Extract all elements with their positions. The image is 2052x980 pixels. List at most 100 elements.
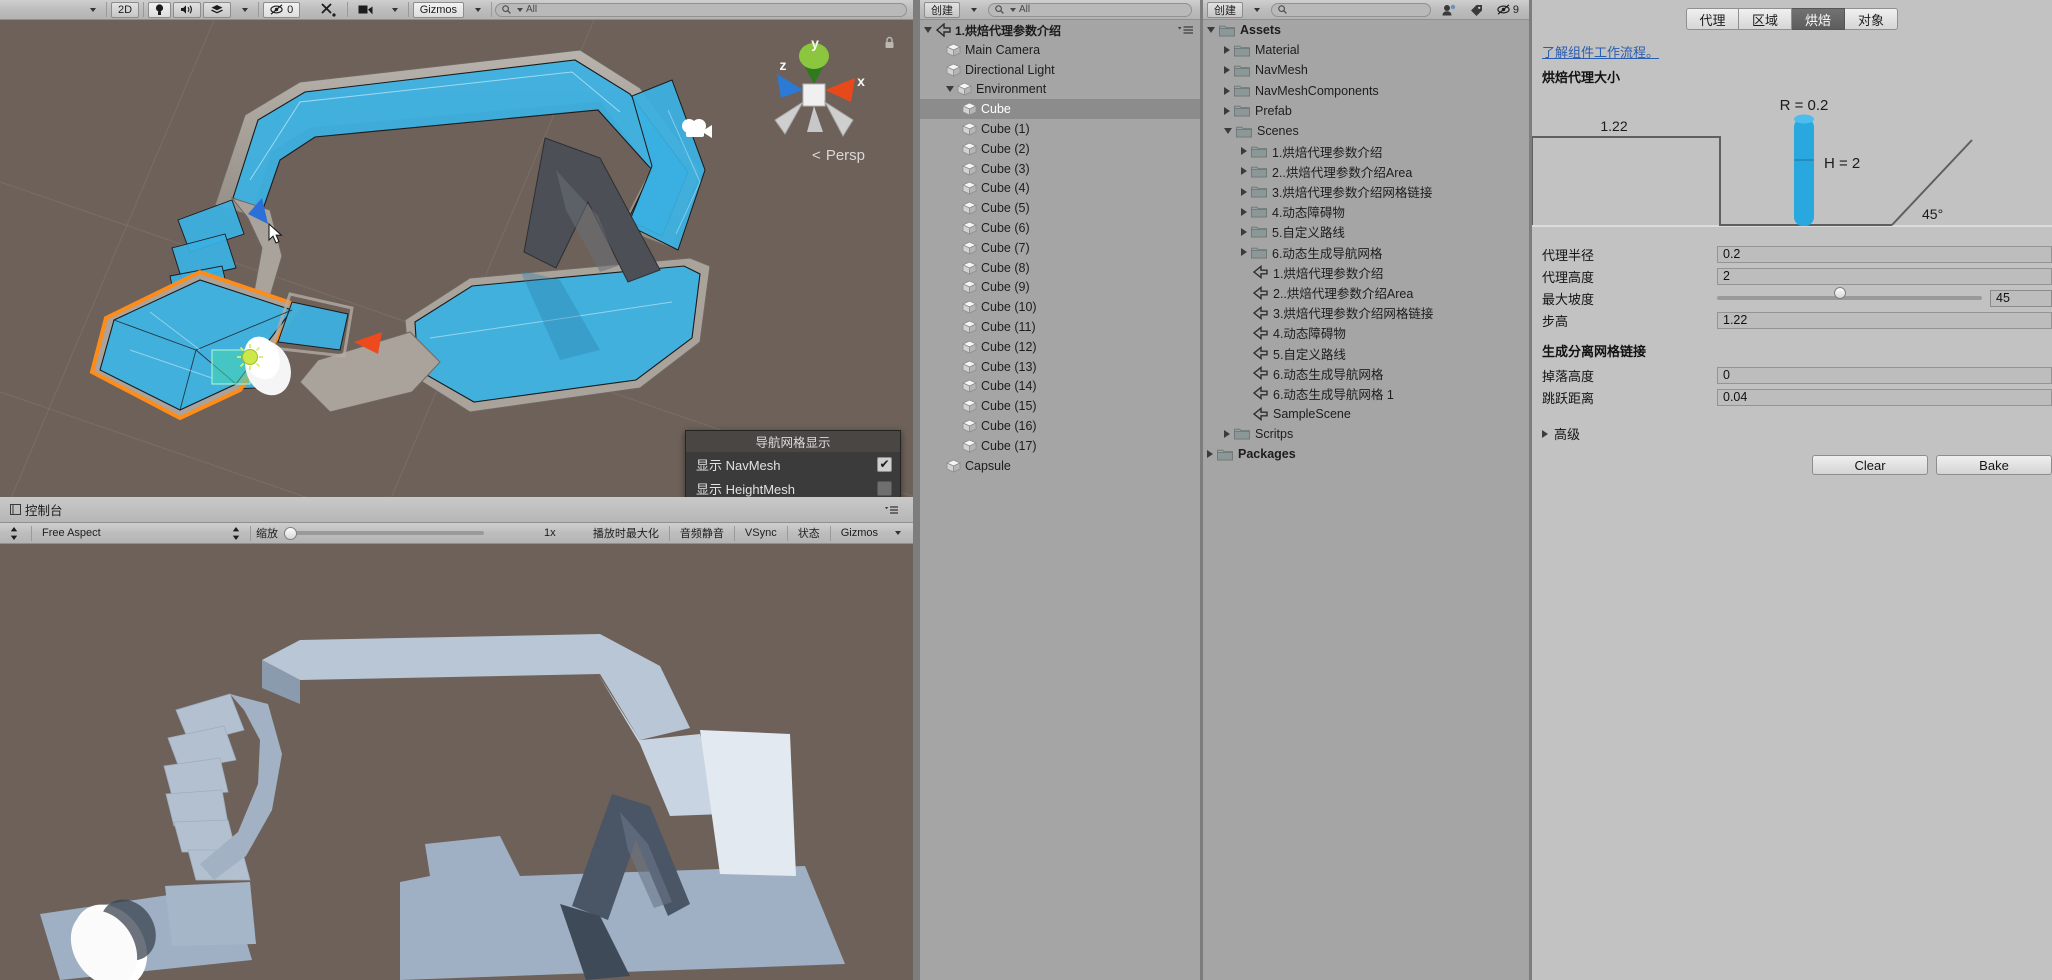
hierarchy-item-cube-12[interactable]: Cube (12) [920,337,1200,357]
project-item-4[interactable]: 4.动态障碍物 [1203,202,1529,222]
hierarchy-item-cube-4[interactable]: Cube (4) [920,179,1200,199]
game-gizmos-dropdown[interactable] [886,525,907,541]
projection-mode-toggle[interactable]: < Persp [812,147,865,164]
project-item-samplescene[interactable]: SampleScene [1203,404,1529,424]
agent-radius-input[interactable]: 0.2 [1717,245,2052,263]
show-heightmesh-checkbox[interactable] [877,480,892,496]
scene-fx-toggle[interactable] [203,1,232,18]
field-jump-distance[interactable]: 跳跃距离 0.04 [1542,386,2052,408]
drop-height-input[interactable]: 0 [1717,366,2052,384]
game-gizmos-button[interactable]: Gizmos [835,525,884,541]
project-item-scenes[interactable]: Scenes [1203,121,1529,141]
project-hidden-toggle[interactable]: 9 [1491,2,1525,18]
project-item-packages[interactable]: Packages [1203,444,1529,464]
workflow-doc-link[interactable]: 了解组件工作流程。 [1542,45,1659,60]
max-slope-input[interactable]: 45 [1990,289,2052,307]
scene-tools-button[interactable] [315,2,343,18]
hierarchy-item-capsule[interactable]: Capsule [920,456,1200,476]
project-item-3[interactable]: 3.烘焙代理参数介绍网格链接 [1203,303,1529,323]
hierarchy-create-dropdown[interactable] [962,2,983,18]
tab-console[interactable]: 控制台 [0,499,73,520]
hierarchy-item-cube-1[interactable]: Cube (1) [920,119,1200,139]
chevron-right-icon[interactable] [1224,429,1230,438]
filter-by-label-button[interactable] [1464,2,1489,18]
stats-toggle[interactable]: 状态 [792,525,826,541]
chevron-down-icon[interactable] [1207,27,1215,34]
hierarchy-item-environment[interactable]: Environment [920,80,1200,100]
scale-slider[interactable] [284,526,484,540]
project-item-navmeshcomponents[interactable]: NavMeshComponents [1203,81,1529,101]
project-item-3[interactable]: 3.烘焙代理参数介绍网格链接 [1203,182,1529,202]
hierarchy-item-cube-16[interactable]: Cube (16) [920,416,1200,436]
scene-search-input[interactable]: All [495,2,907,17]
chevron-right-icon[interactable] [1224,66,1230,75]
project-item-6-1[interactable]: 6.动态生成导航网格 1 [1203,383,1529,403]
hierarchy-create-button[interactable]: 创建 [924,1,960,18]
shading-mode-dropdown[interactable] [81,2,102,18]
hierarchy-item-cube[interactable]: Cube [920,99,1200,120]
project-tree[interactable]: Assets Material NavMesh NavMeshComponents Pr… [1203,20,1529,980]
jump-distance-input[interactable]: 0.04 [1717,388,2052,406]
chevron-right-icon[interactable] [1207,450,1213,459]
chevron-right-icon[interactable] [1224,86,1230,95]
hidden-objects-toggle[interactable]: 0 [263,1,301,18]
project-create-button[interactable]: 创建 [1207,1,1243,18]
scene-fx-dropdown[interactable] [233,2,254,18]
scene-lighting-toggle[interactable] [148,1,172,18]
display-stepper[interactable] [1,525,27,541]
console-panel-menu[interactable] [879,502,905,518]
hierarchy-item-cube-10[interactable]: Cube (10) [920,297,1200,317]
mute-audio-toggle[interactable]: 音频静音 [674,525,730,541]
chevron-right-icon[interactable] [1224,46,1230,55]
agent-height-input[interactable]: 2 [1717,267,2052,285]
chevron-down-icon[interactable] [946,86,954,93]
max-slope-slider[interactable] [1717,287,1990,305]
advanced-foldout[interactable]: 高级 [1542,424,2052,443]
hierarchy-item-cube-5[interactable]: Cube (5) [920,198,1200,218]
lock-icon[interactable] [884,36,895,49]
navigation-tabs[interactable]: 代理 区域 烘焙 对象 [1532,0,2052,30]
filter-by-type-button[interactable] [1436,2,1462,18]
field-agent-radius[interactable]: 代理半径 0.2 [1542,243,2052,265]
hierarchy-search-input[interactable]: All [988,2,1192,17]
project-item-5[interactable]: 5.自定义路线 [1203,222,1529,242]
scene-camera-button[interactable] [352,2,381,18]
chevron-right-icon[interactable] [1241,167,1247,176]
field-max-slope[interactable]: 最大坡度 45 [1542,287,2052,309]
tab-bake[interactable]: 烘焙 [1792,8,1845,30]
max-slope-slider-knob[interactable] [1833,287,1846,299]
scene-viewport[interactable]: y z x < Persp 导航网格显示 显示 NavMesh ✔ 显示 Hei… [0,20,913,497]
panel-divider[interactable] [913,0,920,980]
show-heightmesh-row[interactable]: 显示 HeightMesh [686,476,900,497]
tab-areas[interactable]: 区域 [1739,8,1792,30]
hierarchy-tree[interactable]: Main Camera Directional Light Environment C… [920,40,1200,980]
game-viewport[interactable] [0,544,913,980]
project-item-6[interactable]: 6.动态生成导航网格 [1203,242,1529,262]
step-height-input[interactable]: 1.22 [1717,311,2052,329]
scene-camera-dropdown[interactable] [383,2,404,18]
project-item-2-area[interactable]: 2..烘焙代理参数介绍Area [1203,161,1529,181]
vsync-toggle[interactable]: VSync [739,525,783,541]
gizmos-dropdown[interactable] [466,2,487,18]
hierarchy-item-main-camera[interactable]: Main Camera [920,40,1200,60]
chevron-right-icon[interactable] [1542,429,1548,438]
project-item-prefab[interactable]: Prefab [1203,101,1529,121]
project-create-dropdown[interactable] [1245,2,1266,18]
toggle-2d-button[interactable]: 2D [111,1,140,18]
hierarchy-item-cube-3[interactable]: Cube (3) [920,159,1200,179]
hierarchy-item-directional-light[interactable]: Directional Light [920,60,1200,80]
project-item-5[interactable]: 5.自定义路线 [1203,343,1529,363]
project-item-2-area[interactable]: 2..烘焙代理参数介绍Area [1203,282,1529,302]
chevron-down-icon[interactable] [1224,128,1232,135]
field-step-height[interactable]: 步高 1.22 [1542,309,2052,331]
project-item-navmesh[interactable]: NavMesh [1203,60,1529,80]
chevron-right-icon[interactable] [1241,248,1247,257]
project-item-1[interactable]: 1.烘焙代理参数介绍 [1203,141,1529,161]
hierarchy-item-cube-7[interactable]: Cube (7) [920,238,1200,258]
project-item-1[interactable]: 1.烘焙代理参数介绍 [1203,262,1529,282]
panel-options-icon[interactable] [1178,25,1194,35]
hierarchy-item-cube-13[interactable]: Cube (13) [920,357,1200,377]
gizmos-button[interactable]: Gizmos [412,1,464,18]
hierarchy-item-cube-17[interactable]: Cube (17) [920,436,1200,456]
project-item-6[interactable]: 6.动态生成导航网格 [1203,363,1529,383]
